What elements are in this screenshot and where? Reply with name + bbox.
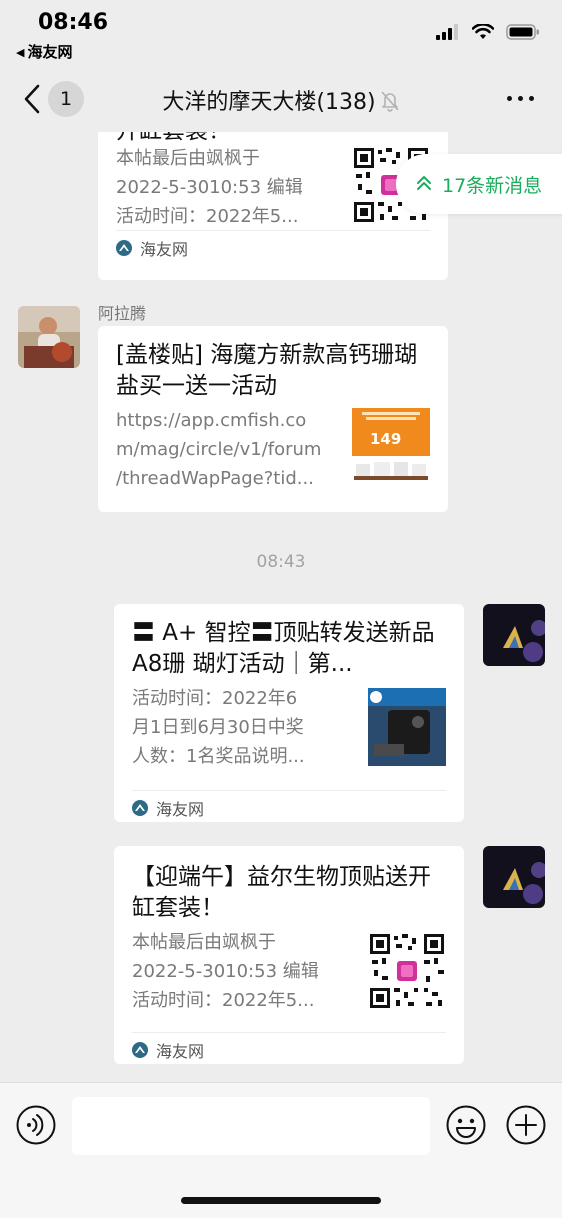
card-description: https://app.cmfish.co m/mag/circle/v1/fo… — [116, 410, 322, 489]
card-title: [盖楼贴] 海魔方新款高钙珊瑚盐买一送一活动 — [116, 342, 418, 399]
product-ad-thumbnail: 149 — [352, 408, 430, 486]
card-title: 〓 A+ 智控〓顶贴转发送新品 A8珊 瑚灯活动｜第... — [132, 620, 435, 677]
new-messages-label: 17条新消息 — [442, 175, 543, 197]
chat-title-text: 大洋的摩天大楼(138) — [162, 90, 376, 115]
status-bar: 08:46 ◀ 海友网 — [0, 0, 562, 66]
site-logo-icon — [132, 1042, 148, 1058]
emoji-icon[interactable] — [446, 1105, 486, 1145]
card-description: 本帖最后由飒枫于 2022-5-3010:53 编辑 活动时间：2022年5..… — [116, 148, 303, 227]
link-card[interactable]: 【迎端午】益尔生物顶贴送开缸套装！ 本帖最后由飒枫于 2022-5-3010:5… — [114, 846, 464, 1064]
card-source: 海友网 — [156, 1042, 205, 1061]
avatar-photo — [483, 604, 545, 666]
more-icon[interactable] — [507, 96, 534, 101]
back-to-app[interactable]: ◀ 海友网 — [16, 41, 72, 62]
sender-name: 阿拉腾 — [98, 304, 147, 323]
wifi-icon — [472, 24, 494, 39]
double-chevron-up-icon — [417, 176, 431, 190]
back-app-label: 海友网 — [27, 43, 73, 61]
back-triangle-icon: ◀ — [16, 46, 25, 59]
plus-icon[interactable] — [506, 1105, 546, 1145]
avatar[interactable] — [483, 604, 545, 666]
device-product-thumbnail — [368, 688, 446, 766]
status-icons — [436, 24, 540, 40]
card-description: 本帖最后由飒枫于 2022-5-3010:53 编辑 活动时间：2022年5..… — [132, 932, 319, 1011]
avatar-photo — [18, 306, 80, 368]
new-messages-button[interactable]: 17条新消息 — [396, 154, 562, 214]
card-footer: 海友网 — [116, 230, 430, 262]
chat-header: 1 大洋的摩天大楼(138) — [0, 66, 562, 132]
avatar[interactable] — [483, 846, 545, 908]
chat-title[interactable]: 大洋的摩天大楼(138) — [0, 84, 562, 116]
status-time: 08:46 — [38, 10, 109, 35]
message-list[interactable]: 开缸套装！ 本帖最后由飒枫于 2022-5-3010:53 编辑 活动时间：20… — [0, 132, 562, 1082]
site-logo-icon — [116, 240, 132, 256]
card-source: 海友网 — [156, 800, 205, 819]
home-indicator[interactable] — [181, 1197, 381, 1204]
bell-off-icon — [380, 91, 399, 112]
avatar-photo — [483, 846, 545, 908]
avatar[interactable] — [18, 306, 80, 368]
timestamp: 08:43 — [256, 552, 306, 572]
card-source: 海友网 — [140, 240, 189, 259]
battery-icon — [506, 24, 539, 40]
card-footer: 海友网 — [132, 1032, 446, 1064]
card-title: 【迎端午】益尔生物顶贴送开缸套装！ — [132, 864, 431, 921]
site-logo-icon — [132, 800, 148, 816]
message-input[interactable] — [72, 1097, 430, 1155]
card-description: 活动时间：2022年6 月1日到6月30日中奖 人数：1名奖品说明... — [132, 688, 305, 767]
link-card[interactable]: 开缸套装！ 本帖最后由飒枫于 2022-5-3010:53 编辑 活动时间：20… — [98, 132, 448, 280]
link-card[interactable]: 〓 A+ 智控〓顶贴转发送新品 A8珊 瑚灯活动｜第... 活动时间：2022年… — [114, 604, 464, 822]
thumb-price: 149 — [370, 430, 401, 448]
qr-code-thumbnail — [368, 932, 446, 1010]
card-footer: 海友网 — [132, 790, 446, 822]
signal-icon — [436, 24, 458, 40]
voice-icon[interactable] — [16, 1105, 56, 1145]
link-card[interactable]: [盖楼贴] 海魔方新款高钙珊瑚盐买一送一活动 https://app.cmfis… — [98, 326, 448, 512]
